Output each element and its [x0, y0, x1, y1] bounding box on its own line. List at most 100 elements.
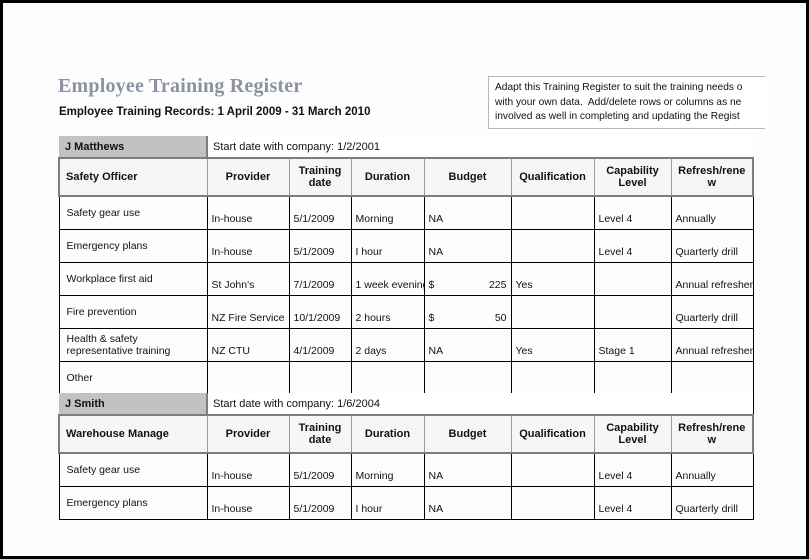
cell-qualification[interactable]: Yes [511, 329, 594, 362]
table-row[interactable]: Other [59, 362, 753, 395]
cell-capability-level[interactable]: Level 4 [594, 487, 671, 520]
cell-capability-level[interactable]: Level 4 [594, 230, 671, 263]
column-header-qualification: Qualification [511, 415, 594, 453]
cell-provider[interactable] [207, 362, 289, 395]
table-row[interactable]: Fire preventionNZ Fire Service10/1/20092… [59, 296, 753, 329]
cell-provider[interactable]: St John's [207, 263, 289, 296]
cell-refresh-renew[interactable]: Quarterly drill [671, 296, 753, 329]
cell-qualification[interactable] [511, 487, 594, 520]
column-header-capability-level: CapabilityLevel [594, 158, 671, 196]
column-header-training-date: Trainingdate [289, 415, 351, 453]
cell-capability-level[interactable] [594, 263, 671, 296]
cell-duration[interactable]: I hour [351, 487, 424, 520]
employee-name-row: J MatthewsStart date with company: 1/2/2… [59, 136, 753, 158]
cell-provider[interactable]: In-house [207, 487, 289, 520]
cell-qualification[interactable]: Yes [511, 263, 594, 296]
column-header-row: Safety OfficerProviderTrainingdateDurati… [59, 158, 753, 196]
training-register-page: Employee Training Register Employee Trai… [0, 0, 809, 559]
cell-capability-level[interactable]: Level 4 [594, 453, 671, 487]
cell-provider[interactable]: In-house [207, 196, 289, 230]
table-row[interactable]: Workplace first aidSt John's7/1/20091 we… [59, 263, 753, 296]
cell-qualification[interactable] [511, 196, 594, 230]
cell-capability-level[interactable] [594, 362, 671, 395]
column-header-qualification: Qualification [511, 158, 594, 196]
table-row[interactable]: Safety gear useIn-house5/1/2009MorningNA… [59, 196, 753, 230]
cell-qualification[interactable] [511, 296, 594, 329]
budget-amount: 50 [495, 312, 507, 324]
cell-provider[interactable]: In-house [207, 453, 289, 487]
cell-duration[interactable] [351, 362, 424, 395]
column-header-refresh-renew: Refresh/renew [671, 415, 753, 453]
column-header-duration: Duration [351, 415, 424, 453]
column-header-row: Warehouse ManageProviderTrainingdateDura… [59, 415, 753, 453]
cell-capability-level[interactable] [594, 296, 671, 329]
cell-qualification[interactable] [511, 362, 594, 395]
cell-duration[interactable]: I hour [351, 230, 424, 263]
employee-training-table: J SmithStart date with company: 1/6/2004… [58, 393, 754, 520]
cell-training-date[interactable]: 5/1/2009 [289, 487, 351, 520]
cell-provider[interactable]: NZ CTU [207, 329, 289, 362]
cell-training-date[interactable]: 5/1/2009 [289, 196, 351, 230]
cell-capability-level[interactable]: Level 4 [594, 196, 671, 230]
cell-qualification[interactable] [511, 453, 594, 487]
cell-training-date[interactable]: 10/1/2009 [289, 296, 351, 329]
cell-training-date[interactable] [289, 362, 351, 395]
cell-capability-level[interactable]: Stage 1 [594, 329, 671, 362]
instructions-note-box: Adapt this Training Register to suit the… [488, 76, 770, 129]
cell-duration[interactable]: 1 week evening [351, 263, 424, 296]
table-row[interactable]: Emergency plansIn-house5/1/2009I hourNA L… [59, 487, 753, 520]
table-row[interactable]: Health & safety representative trainingN… [59, 329, 753, 362]
employee-start-date: Start date with company: 1/6/2004 [207, 393, 753, 415]
cell-training-topic[interactable]: Safety gear use [59, 453, 207, 487]
table-row[interactable]: Safety gear useIn-house5/1/2009MorningNA… [59, 453, 753, 487]
cell-training-topic[interactable]: Workplace first aid [59, 263, 207, 296]
column-header-budget: Budget [424, 158, 511, 196]
cell-duration[interactable]: Morning [351, 453, 424, 487]
cell-training-date[interactable]: 5/1/2009 [289, 230, 351, 263]
cell-budget[interactable]: NA [424, 453, 511, 487]
cell-refresh-renew[interactable]: Annually [671, 196, 753, 230]
table-row[interactable]: Emergency plansIn-house5/1/2009I hourNA L… [59, 230, 753, 263]
cell-qualification[interactable] [511, 230, 594, 263]
employee-role-header: Safety Officer [59, 158, 207, 196]
employee-name: J Matthews [59, 136, 207, 158]
cell-provider[interactable]: In-house [207, 230, 289, 263]
cell-refresh-renew[interactable]: Quarterly drill [671, 230, 753, 263]
employee-name-row: J SmithStart date with company: 1/6/2004 [59, 393, 753, 415]
employee-role-header: Warehouse Manage [59, 415, 207, 453]
cell-training-date[interactable]: 7/1/2009 [289, 263, 351, 296]
cell-budget[interactable]: NA [424, 487, 511, 520]
instructions-note-text: Adapt this Training Register to suit the… [495, 81, 769, 125]
cell-refresh-renew[interactable] [671, 362, 753, 395]
cell-training-date[interactable]: 4/1/2009 [289, 329, 351, 362]
budget-currency-symbol: $ [429, 312, 435, 324]
cell-training-topic[interactable]: Health & safety representative training [59, 329, 207, 362]
column-header-duration: Duration [351, 158, 424, 196]
cell-training-date[interactable]: 5/1/2009 [289, 453, 351, 487]
cell-duration[interactable]: Morning [351, 196, 424, 230]
cell-duration[interactable]: 2 days [351, 329, 424, 362]
cell-training-topic[interactable]: Emergency plans [59, 487, 207, 520]
employee-training-table: J MatthewsStart date with company: 1/2/2… [58, 136, 754, 428]
cell-refresh-renew[interactable]: Quarterly drill [671, 487, 753, 520]
cell-refresh-renew[interactable]: Annual refresher [671, 263, 753, 296]
cell-budget[interactable]: NA [424, 230, 511, 263]
cell-provider[interactable]: NZ Fire Service [207, 296, 289, 329]
employee-start-date: Start date with company: 1/2/2001 [207, 136, 753, 158]
cell-training-topic[interactable]: Fire prevention [59, 296, 207, 329]
cell-training-topic[interactable]: Other [59, 362, 207, 395]
cell-budget[interactable]: $50 [424, 296, 511, 329]
cell-refresh-renew[interactable]: Annual refresher [671, 329, 753, 362]
cell-training-topic[interactable]: Safety gear use [59, 196, 207, 230]
column-header-provider: Provider [207, 158, 289, 196]
cell-budget[interactable] [424, 362, 511, 395]
cell-budget[interactable]: $225 [424, 263, 511, 296]
cell-duration[interactable]: 2 hours [351, 296, 424, 329]
cell-refresh-renew[interactable]: Annually [671, 453, 753, 487]
cell-training-topic[interactable]: Emergency plans [59, 230, 207, 263]
column-header-refresh-renew: Refresh/renew [671, 158, 753, 196]
cell-budget[interactable]: NA [424, 329, 511, 362]
cell-budget[interactable]: NA [424, 196, 511, 230]
column-header-provider: Provider [207, 415, 289, 453]
budget-amount: 225 [489, 279, 507, 291]
